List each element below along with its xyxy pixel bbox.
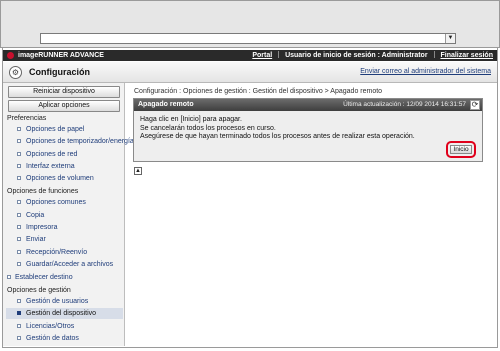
scroll-top-icon[interactable]: ▲ bbox=[134, 167, 142, 175]
sidebar-item-label: Gestión de datos bbox=[26, 335, 79, 342]
sidebar-item-label: Gestión de usuarios bbox=[26, 298, 89, 305]
bullet-icon bbox=[17, 139, 21, 143]
breadcrumb: Configuración : Opciones de gestión : Ge… bbox=[134, 88, 383, 95]
divider bbox=[278, 51, 280, 58]
page-titlebar: ⚙ Configuración Enviar correo al adminis… bbox=[3, 62, 497, 83]
sidebar-section-function-settings: Opciones de funciones bbox=[7, 188, 79, 195]
address-bar[interactable]: ▼ bbox=[40, 33, 456, 44]
panel-header: Apagado remoto Última actualización : 12… bbox=[134, 99, 482, 111]
sidebar-item-label: Licencias/Otros bbox=[26, 323, 75, 330]
sidebar-item-copy[interactable]: Copia bbox=[17, 212, 44, 219]
header-links: Portal Usuario de inicio de sesión : Adm… bbox=[252, 51, 493, 60]
highlight-ring: Inicio bbox=[446, 141, 476, 158]
panel-title: Apagado remoto bbox=[138, 101, 194, 108]
bullet-icon bbox=[17, 262, 21, 266]
sidebar-item-receive-forward[interactable]: Recepción/Reenvío bbox=[17, 249, 87, 256]
sidebar-item-label: Recepción/Reenvío bbox=[26, 249, 88, 256]
bullet-icon bbox=[17, 299, 21, 303]
bullet-icon bbox=[7, 275, 11, 279]
bullet-icon bbox=[17, 336, 21, 340]
apply-settings-button[interactable]: Aplicar opciones bbox=[8, 100, 120, 112]
logout-link[interactable]: Finalizar sesión bbox=[440, 52, 493, 59]
browser-toolbar bbox=[1, 1, 499, 31]
sidebar-item-licenses[interactable]: Licencias/Otros bbox=[17, 323, 74, 330]
last-update-text: Última actualización : 12/09 2014 16:31:… bbox=[343, 101, 466, 108]
start-button[interactable]: Inicio bbox=[450, 145, 472, 154]
chevron-down-icon[interactable]: ▼ bbox=[445, 34, 455, 43]
login-user-text: Usuario de inicio de sesión : Administra… bbox=[285, 52, 428, 59]
sidebar-item-network[interactable]: Opciones de red bbox=[17, 151, 77, 158]
sidebar-item-label: Establecer destino bbox=[15, 274, 73, 281]
sidebar-item-paper[interactable]: Opciones de papel bbox=[17, 126, 84, 133]
brand-header: imageRUNNER ADVANCE Portal Usuario de in… bbox=[3, 50, 497, 61]
sidebar-item-label: Guardar/Acceder a archivos bbox=[26, 261, 114, 268]
sidebar-section-management: Opciones de gestión bbox=[7, 287, 71, 294]
sidebar-item-label: Opciones de red bbox=[26, 151, 78, 158]
bullet-icon bbox=[17, 164, 21, 168]
bullet-icon bbox=[17, 250, 21, 254]
bullet-icon bbox=[17, 324, 21, 328]
sidebar-item-send[interactable]: Enviar bbox=[17, 236, 46, 243]
sidebar-item-device-management[interactable]: Gestión del dispositivo bbox=[6, 308, 123, 319]
panel-body: Haga clic en [Inicio] para apagar. Se ca… bbox=[134, 111, 482, 147]
bullet-icon bbox=[17, 152, 21, 156]
sidebar-item-label: Opciones comunes bbox=[26, 199, 86, 206]
sidebar-section-preferences: Preferencias bbox=[7, 115, 47, 122]
sidebar-item-label: Enviar bbox=[26, 236, 46, 243]
brand-name: imageRUNNER ADVANCE bbox=[18, 52, 104, 59]
refresh-icon[interactable]: ⟳ bbox=[470, 100, 480, 110]
bullet-icon bbox=[17, 237, 21, 241]
bullet-icon bbox=[17, 213, 21, 217]
sidebar-item-external-interface[interactable]: Interfaz externa bbox=[17, 163, 75, 170]
sidebar-item-label: Copia bbox=[26, 212, 45, 219]
sidebar-item-label: Opciones de temporizador/energía bbox=[26, 138, 134, 145]
sidebar-item-label: Interfaz externa bbox=[26, 163, 75, 170]
bullet-icon bbox=[17, 225, 21, 229]
bullet-icon bbox=[17, 127, 21, 131]
sidebar-item-user-management[interactable]: Gestión de usuarios bbox=[17, 298, 88, 305]
sidebar-item-volume[interactable]: Opciones de volumen bbox=[17, 175, 94, 182]
portal-link[interactable]: Portal bbox=[252, 52, 272, 59]
sidebar-item-label: Impresora bbox=[26, 224, 58, 231]
settings-icon: ⚙ bbox=[9, 66, 22, 79]
instruction-line: Se cancelarán todos los procesos en curs… bbox=[140, 124, 276, 132]
bullet-icon bbox=[17, 176, 21, 180]
sidebar: Reiniciar dispositivo Aplicar opciones P… bbox=[3, 83, 134, 346]
sidebar-item-data-management[interactable]: Gestión de datos bbox=[17, 335, 79, 342]
sidebar-item-label: Opciones de volumen bbox=[26, 175, 94, 182]
bullet-icon bbox=[17, 311, 21, 315]
sidebar-item-label: Gestión del dispositivo bbox=[26, 310, 97, 317]
instruction-line: Asegúrese de que hayan terminado todos l… bbox=[140, 133, 415, 140]
frame-border bbox=[497, 48, 498, 348]
bullet-icon bbox=[17, 200, 21, 204]
email-admin-link[interactable]: Enviar correo al administrador del siste… bbox=[360, 68, 491, 75]
sidebar-item-set-destination[interactable]: Establecer destino bbox=[7, 274, 73, 281]
restart-device-button[interactable]: Reiniciar dispositivo bbox=[8, 86, 120, 98]
page-title: Configuración bbox=[29, 67, 90, 77]
sidebar-item-store-access-files[interactable]: Guardar/Acceder a archivos bbox=[17, 261, 113, 268]
sidebar-item-timer-energy[interactable]: Opciones de temporizador/energía bbox=[17, 138, 134, 145]
divider bbox=[433, 51, 435, 58]
canon-logo-icon bbox=[7, 52, 14, 59]
sidebar-item-label: Opciones de papel bbox=[26, 126, 85, 133]
sidebar-item-printer[interactable]: Impresora bbox=[17, 224, 58, 231]
frame-border bbox=[2, 347, 498, 348]
sidebar-item-common[interactable]: Opciones comunes bbox=[17, 199, 86, 206]
instruction-line: Haga clic en [Inicio] para apagar. bbox=[140, 116, 242, 123]
remote-shutdown-panel: Apagado remoto Última actualización : 12… bbox=[133, 98, 483, 162]
